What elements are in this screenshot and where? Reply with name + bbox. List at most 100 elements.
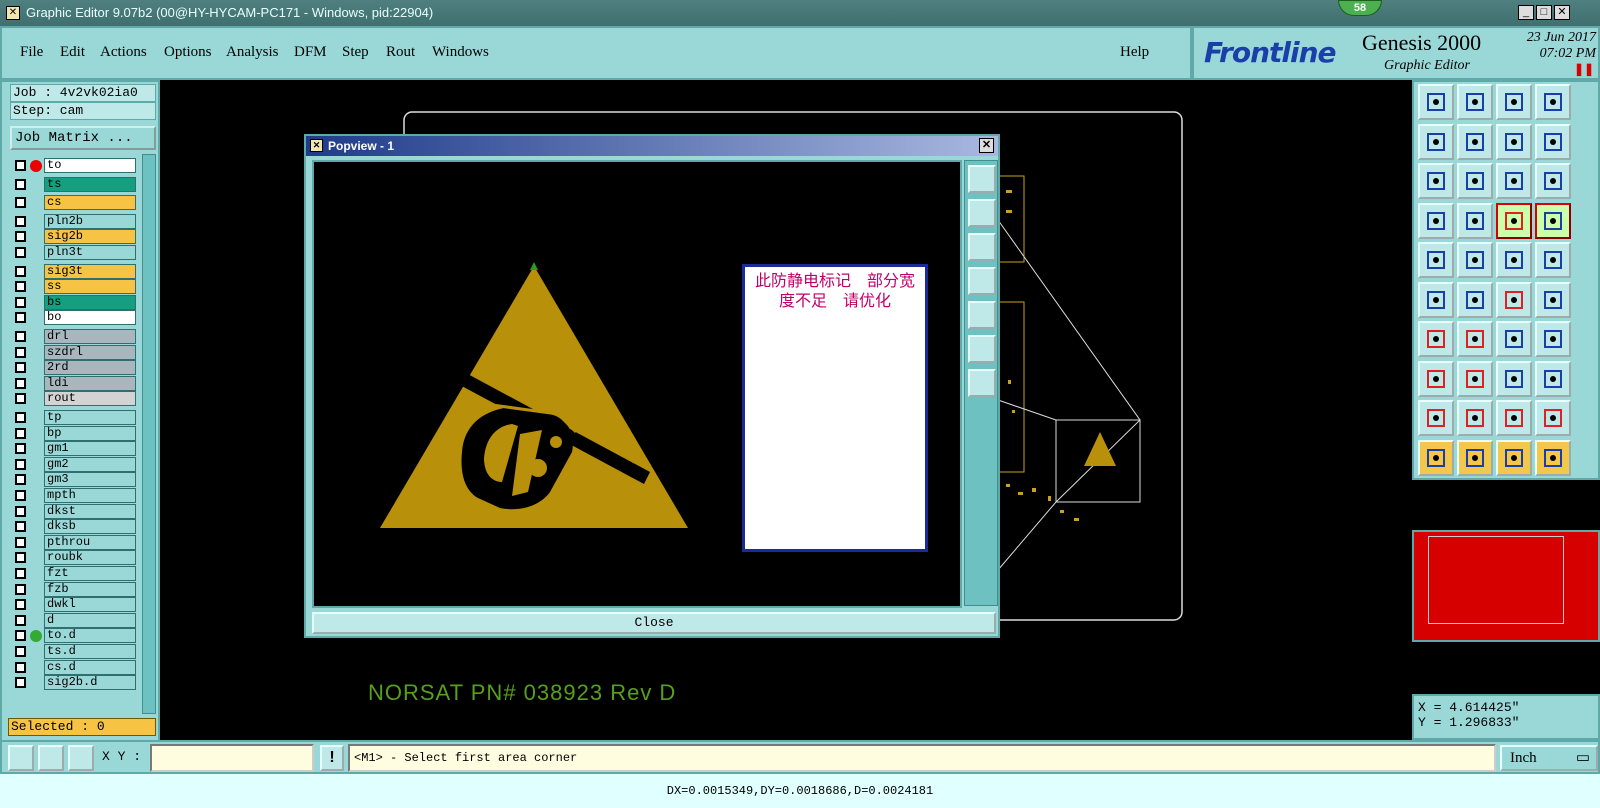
menu-edit[interactable]: Edit [60,44,85,61]
layer-checkbox[interactable] [15,521,26,533]
layer-checkbox[interactable] [15,427,26,439]
menu-options[interactable]: Options [164,44,212,61]
layer-row[interactable]: cs [10,195,140,211]
layer-row[interactable]: dwkl [10,597,140,613]
alert-icon[interactable]: ! [320,745,344,771]
xy-input[interactable] [150,744,314,772]
layer-checkbox[interactable] [15,552,26,564]
close-window-button[interactable]: ✕ [1554,5,1570,20]
scale-1-2-icon[interactable] [1496,163,1532,199]
layer-row[interactable]: bo [10,310,140,326]
layer-checkbox[interactable] [15,160,26,171]
layers-select-icon[interactable] [1535,202,1571,239]
layer-checkbox[interactable] [15,265,26,277]
layer-row[interactable]: to.d [10,628,140,644]
zoom-out-icon[interactable] [1457,163,1493,199]
pause-icon[interactable]: ❚❚ [1574,62,1594,76]
popview-close-icon[interactable]: ✕ [979,138,994,153]
pan-both-icon[interactable] [1496,123,1532,160]
layer-checkbox[interactable] [15,281,26,293]
layer-row[interactable]: drl [10,329,140,344]
snap-icon[interactable] [8,745,34,771]
layer-checkbox[interactable] [15,505,26,517]
zoom-fit-page-icon[interactable] [1535,84,1571,120]
rotate-icon[interactable] [1496,321,1532,357]
overview-minimap[interactable] [1412,530,1600,642]
popview-close-button[interactable]: Close [312,612,996,634]
menu-step[interactable]: Step [342,44,369,61]
layer-checkbox[interactable] [15,568,26,579]
units-dropdown[interactable]: Inch ▭ [1500,745,1598,771]
move-line-icon[interactable] [1457,360,1493,397]
angle-icon[interactable] [38,745,64,771]
layer-checkbox[interactable] [15,630,26,642]
rotate-90-icon[interactable] [1496,360,1532,397]
layer-row[interactable]: ss [10,279,140,295]
popview-pan-right-icon[interactable] [968,301,996,329]
ruler-icon[interactable] [1496,242,1532,278]
polygon-icon[interactable] [1457,242,1493,278]
cross-icon[interactable] [1457,281,1493,318]
layer-row[interactable]: dksb [10,519,140,535]
layer-checkbox[interactable] [15,197,26,209]
popview-pan-left-icon[interactable] [968,267,996,295]
layer-row[interactable]: sig3t [10,263,140,279]
layer-row[interactable]: pln2b [10,213,140,229]
layer-row[interactable]: ldi [10,375,140,391]
job-matrix-button[interactable]: Job Matrix ... [10,126,156,150]
layer-checkbox[interactable] [15,231,26,243]
layer-row[interactable]: pthrou [10,534,140,550]
layer-row[interactable]: 2rd [10,360,140,376]
triangle-1-icon[interactable] [1418,400,1454,436]
menu-dfm[interactable]: DFM [294,44,327,61]
layer-checkbox[interactable] [15,178,26,190]
menu-analysis[interactable]: Analysis [226,44,279,61]
triangle-2-icon[interactable] [1457,400,1493,436]
layer-checkbox[interactable] [15,661,26,673]
popview-zoom-fit-icon[interactable] [968,335,996,363]
connect-icon[interactable] [1418,281,1454,318]
line-blue-icon[interactable] [1457,321,1493,357]
layer-checkbox[interactable] [15,393,26,405]
layer-checkbox[interactable] [15,362,26,374]
layer-row[interactable]: gm3 [10,472,140,488]
layer-checkbox[interactable] [15,331,26,342]
layer-checkbox[interactable] [15,412,26,423]
menu-actions[interactable]: Actions [100,44,147,61]
pan-right-icon[interactable] [1457,123,1493,160]
pad-icon[interactable] [1418,242,1454,278]
popview-zoom-up-icon[interactable] [968,199,996,227]
zoom-home-icon[interactable] [1418,84,1454,120]
line-red-icon[interactable] [1418,321,1454,357]
layer-checkbox[interactable] [15,490,26,501]
popview-canvas[interactable]: 此防静电标记 部分宽度不足 请优化 [312,160,962,608]
pan-left-icon[interactable] [1418,123,1454,160]
select-net-icon[interactable] [1535,439,1571,476]
select-poly-icon[interactable] [1496,439,1532,476]
layer-checkbox[interactable] [15,599,26,611]
zoom-in-icon[interactable] [1418,163,1454,199]
grid-icon[interactable] [1457,202,1493,239]
layer-checkbox[interactable] [15,614,26,626]
layer-row[interactable]: mpth [10,488,140,503]
layer-checkbox[interactable] [15,296,26,308]
layer-checkbox[interactable] [15,443,26,455]
move-blue-icon[interactable] [1535,281,1571,318]
layer-checkbox[interactable] [15,346,26,358]
move-red-icon[interactable] [1496,281,1532,318]
layers-red-icon[interactable] [1496,202,1532,239]
layer-row[interactable]: ts.d [10,644,140,659]
layer-row[interactable]: tp [10,410,140,425]
layer-row[interactable]: rout [10,391,140,407]
popview-zoom-area-icon[interactable] [968,369,996,397]
layer-checkbox[interactable] [15,247,26,258]
maximize-button[interactable]: □ [1536,5,1552,20]
layer-checkbox[interactable] [15,377,26,389]
layer-row[interactable]: bp [10,425,140,441]
measure-icon[interactable] [1418,202,1454,239]
zoom-down-icon[interactable] [1457,84,1493,120]
layer-checkbox[interactable] [15,458,26,470]
triangle-3-icon[interactable] [1496,400,1532,436]
layer-row[interactable]: sig2b [10,229,140,245]
layer-row[interactable]: ts [10,176,140,192]
